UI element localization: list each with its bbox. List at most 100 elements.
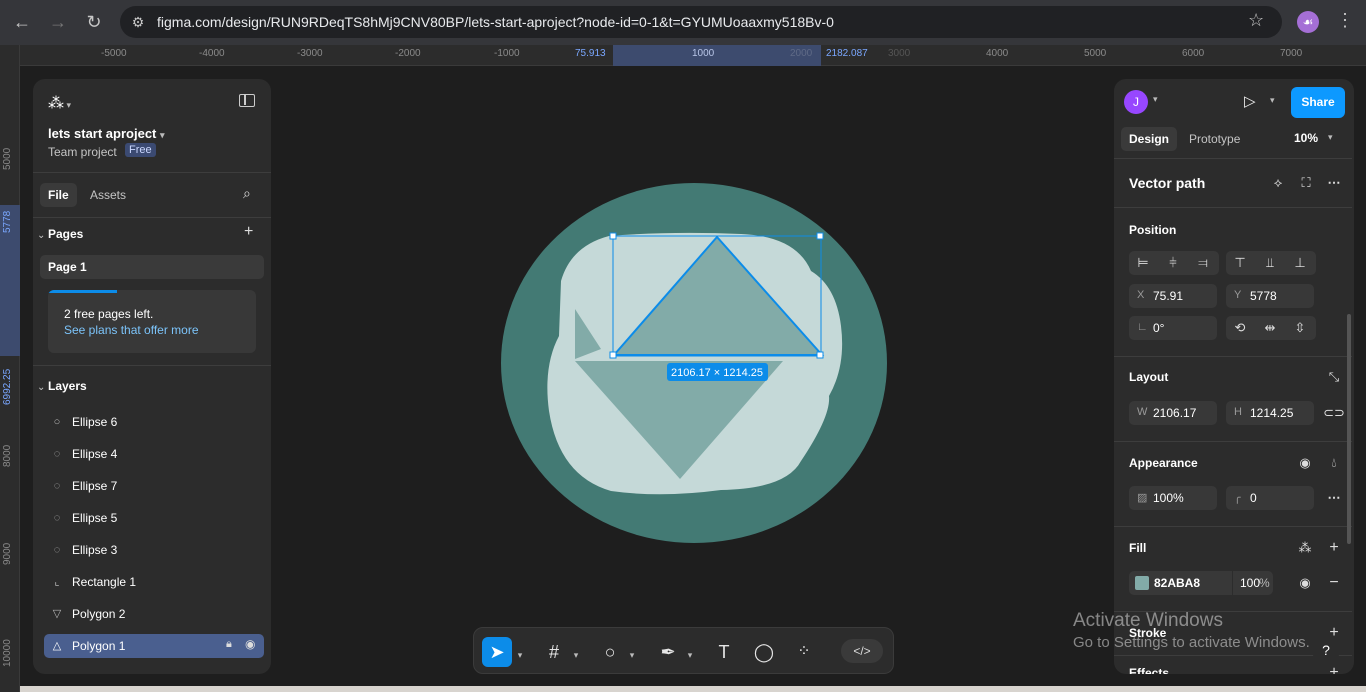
align-bottom-icon[interactable]: ⊥ — [1288, 251, 1312, 275]
lock-icon[interactable]: 🔒︎ — [226, 638, 232, 651]
ruler-tick: 5000 — [1084, 48, 1107, 59]
y-label: Y — [1234, 289, 1242, 301]
toggle-sidebar-icon[interactable] — [239, 94, 255, 107]
figma-menu-icon[interactable]: ⁂ ▾ — [48, 93, 71, 113]
layer-row[interactable]: ◌ Ellipse 7 — [44, 474, 264, 498]
h-label: H — [1234, 406, 1242, 418]
align-top-icon[interactable]: ⊤ — [1228, 251, 1252, 275]
add-page-icon[interactable]: + — [244, 223, 253, 241]
remove-fill-icon[interactable]: − — [1322, 571, 1346, 595]
chevron-down-icon[interactable]: ▾ — [684, 637, 696, 667]
more-options-icon[interactable]: ⋯ — [1322, 486, 1346, 510]
url-text[interactable]: figma.com/design/RUN9RDeqTS8hMj9CNV80BP/… — [157, 14, 834, 30]
add-fill-icon[interactable]: + — [1322, 536, 1346, 560]
more-options-icon[interactable]: ⋯ — [1322, 171, 1346, 195]
browser-menu-icon[interactable]: ⋮ — [1336, 10, 1354, 31]
back-icon[interactable]: ← — [10, 10, 34, 34]
comment-tool[interactable]: ◯ — [750, 637, 778, 667]
text-tool[interactable]: T — [710, 637, 738, 667]
align-right-icon[interactable]: ⫤ — [1191, 251, 1215, 275]
blend-mode-icon[interactable]: 💧︎ — [1322, 451, 1346, 475]
layer-row-selected[interactable]: △ Polygon 1 🔒︎ ◉ — [44, 634, 264, 658]
user-avatar[interactable]: J — [1124, 90, 1148, 114]
x-value: 75.91 — [1153, 289, 1184, 303]
eye-icon[interactable]: ◉ — [245, 637, 255, 651]
ruler-tick: -3000 — [297, 48, 323, 59]
chevron-down-icon[interactable]: ⌄ — [37, 382, 45, 393]
tab-file[interactable]: File — [40, 183, 77, 207]
component-icon[interactable]: ⟡ — [1266, 171, 1290, 195]
ruler-selection-start: 5778 — [2, 210, 13, 233]
frame-selection-icon[interactable]: ⛶ — [1294, 171, 1318, 195]
layer-row[interactable]: ○ Ellipse 6 — [44, 410, 264, 434]
reload-icon[interactable]: ↻ — [82, 10, 106, 34]
search-icon[interactable]: ⌕ — [243, 185, 251, 202]
ellipse-tool[interactable]: ○ — [596, 637, 624, 667]
resize-handle[interactable] — [609, 232, 617, 240]
opacity-field[interactable]: ▨ 100% — [1129, 486, 1217, 510]
styles-grid-icon[interactable]: ⁂ — [1293, 536, 1317, 560]
eye-icon[interactable]: ◉ — [1293, 451, 1317, 475]
layer-row[interactable]: ◌ Ellipse 5 — [44, 506, 264, 530]
layer-type-title: Vector path — [1129, 175, 1206, 191]
constrain-proportions-icon[interactable]: ⊂⊃ — [1322, 401, 1346, 425]
site-settings-icon[interactable]: ⚙ — [128, 12, 148, 32]
layer-row[interactable]: ▽ Polygon 2 — [44, 602, 264, 626]
dev-mode-toggle[interactable]: </> — [841, 639, 883, 663]
help-button[interactable]: ? — [1312, 636, 1340, 664]
flip-horizontal-icon[interactable]: ⇹ — [1258, 316, 1282, 340]
bookmark-star-icon[interactable]: ☆ — [1248, 10, 1264, 31]
transform-group: ⟲ ⇹ ⇳ — [1226, 316, 1316, 340]
see-plans-link[interactable]: See plans that offer more — [64, 323, 199, 337]
resize-handle[interactable] — [609, 351, 617, 359]
resize-to-fit-icon[interactable]: ⤡ — [1322, 365, 1346, 389]
flip-vertical-icon[interactable]: ⇳ — [1288, 316, 1312, 340]
address-bar[interactable]: ⚙ figma.com/design/RUN9RDeqTS8hMj9CNV80B… — [120, 6, 1282, 38]
pen-tool[interactable]: ✒ — [654, 637, 682, 667]
actions-tool[interactable]: ⁘ — [790, 637, 818, 667]
corner-radius-field[interactable]: ╭ 0 — [1226, 486, 1314, 510]
align-middle-icon[interactable]: ⫫ — [1258, 251, 1282, 275]
rotate-icon[interactable]: ⟲ — [1228, 316, 1252, 340]
frame-tool[interactable]: # — [540, 637, 568, 667]
fill-color-field[interactable]: 82ABA8 100 % — [1129, 571, 1273, 595]
width-field[interactable]: W 2106.17 — [1129, 401, 1217, 425]
share-button[interactable]: Share — [1291, 87, 1345, 118]
chevron-down-icon[interactable]: ▾ — [570, 637, 582, 667]
zoom-level[interactable]: 10% — [1294, 131, 1318, 145]
project-title[interactable]: lets start aproject ▾ — [48, 126, 165, 141]
free-pages-progress — [48, 290, 117, 293]
height-field[interactable]: H 1214.25 — [1226, 401, 1314, 425]
fill-color-swatch[interactable] — [1135, 576, 1149, 590]
move-tool[interactable]: ➤ — [482, 637, 512, 667]
arc-icon: ◌ — [53, 544, 61, 556]
panel-scrollbar[interactable] — [1347, 314, 1351, 544]
eye-icon[interactable]: ◉ — [1293, 571, 1317, 595]
tab-design[interactable]: Design — [1121, 127, 1178, 151]
align-left-icon[interactable]: ⊨ — [1131, 251, 1155, 275]
tab-prototype[interactable]: Prototype — [1181, 127, 1248, 151]
chevron-down-icon[interactable]: ▾ — [1328, 132, 1333, 143]
chevron-down-icon[interactable]: ▾ — [1153, 94, 1158, 105]
forward-icon[interactable]: → — [46, 10, 70, 34]
layer-row[interactable]: ◌ Ellipse 4 — [44, 442, 264, 466]
browser-profile-avatar[interactable]: ☙ — [1297, 11, 1319, 33]
chevron-down-icon[interactable]: ▾ — [626, 637, 638, 667]
present-play-icon[interactable]: ▷ — [1244, 92, 1256, 110]
tab-assets[interactable]: Assets — [82, 183, 134, 207]
rotation-field[interactable]: ∟ 0° — [1129, 316, 1217, 340]
design-canvas[interactable]: 2106.17 × 1214.25 — [271, 66, 1114, 692]
resize-handle[interactable] — [816, 232, 824, 240]
layer-row[interactable]: ◌ Ellipse 3 — [44, 538, 264, 562]
page-item-1[interactable]: Page 1 — [40, 255, 264, 279]
resize-handle[interactable] — [816, 351, 824, 359]
layer-name: Polygon 1 — [72, 639, 126, 653]
y-value: 5778 — [1250, 289, 1277, 303]
x-field[interactable]: X 75.91 — [1129, 284, 1217, 308]
y-field[interactable]: Y 5778 — [1226, 284, 1314, 308]
align-center-icon[interactable]: ⫩ — [1161, 251, 1185, 275]
chevron-down-icon[interactable]: ▾ — [1270, 95, 1275, 106]
chevron-down-icon[interactable]: ⌄ — [37, 230, 45, 241]
chevron-down-icon[interactable]: ▾ — [514, 637, 526, 667]
layer-row[interactable]: ⌞ Rectangle 1 — [44, 570, 264, 594]
